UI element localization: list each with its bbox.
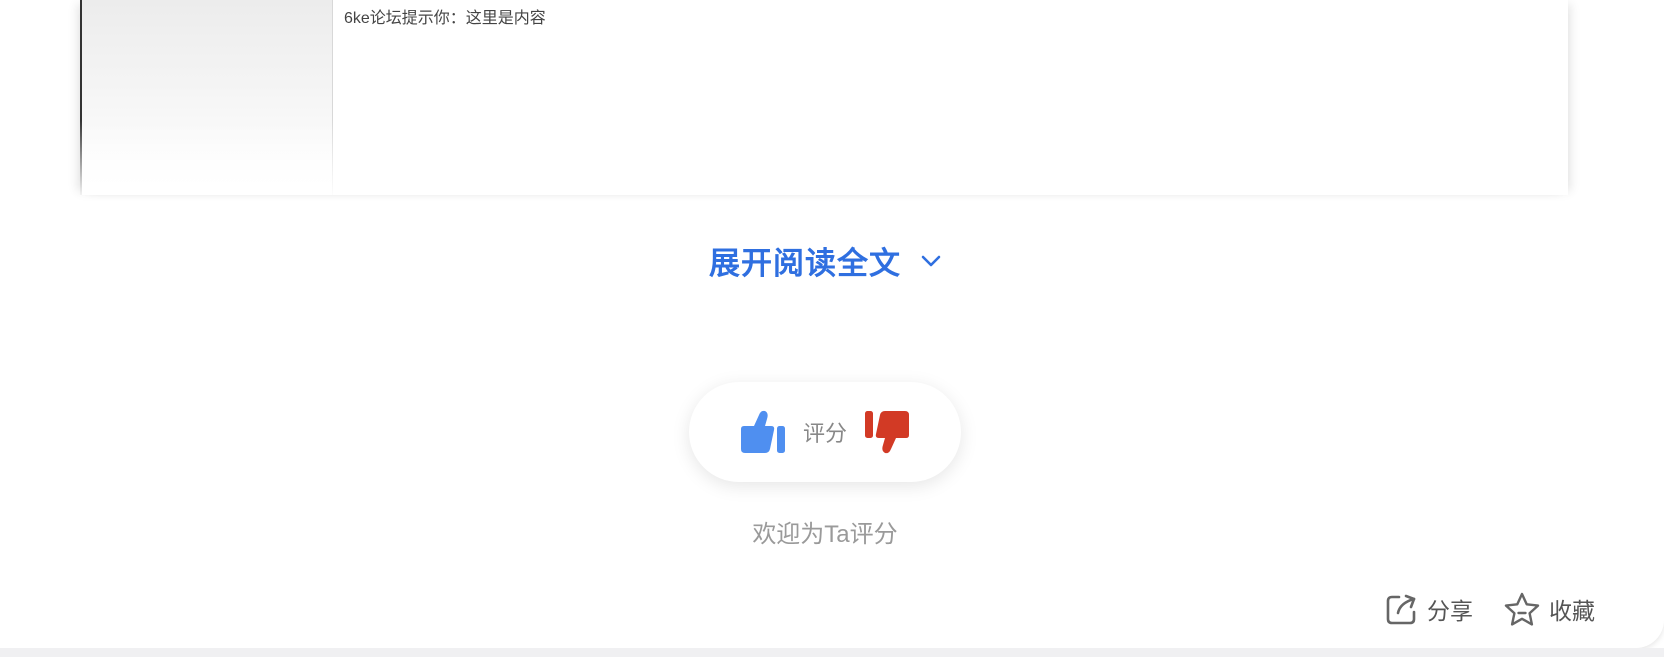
page-bottom-strip [0,648,1664,657]
post-content-text: 6ke论坛提示你：这里是内容 [344,10,546,27]
thumbs-down-icon[interactable] [863,409,913,455]
favorite-button[interactable]: 收藏 [1503,591,1595,627]
share-button[interactable]: 分享 [1385,592,1473,626]
rating-prompt: 欢迎为Ta评分 [752,521,898,548]
rating-label: 评分 [802,421,847,446]
expand-label: 展开阅读全文 [709,246,901,281]
share-icon [1385,592,1419,626]
chevron-down-icon [921,254,941,268]
share-label: 分享 [1427,598,1473,624]
post-actions: 分享 收藏 [1385,591,1595,627]
post-card: 6ke论坛提示你：这里是内容 展开阅读全文 评分 欢迎为Ta评分 分享 收藏 [0,0,1664,648]
expand-full-text-button[interactable]: 展开阅读全文 [709,238,941,283]
content-fade-overlay [80,120,1568,195]
thumbs-up-icon[interactable] [737,409,787,455]
rating-widget: 评分 [689,382,961,482]
favorite-label: 收藏 [1549,598,1595,624]
post-body: 6ke论坛提示你：这里是内容 [80,0,1568,195]
star-icon [1503,591,1541,627]
